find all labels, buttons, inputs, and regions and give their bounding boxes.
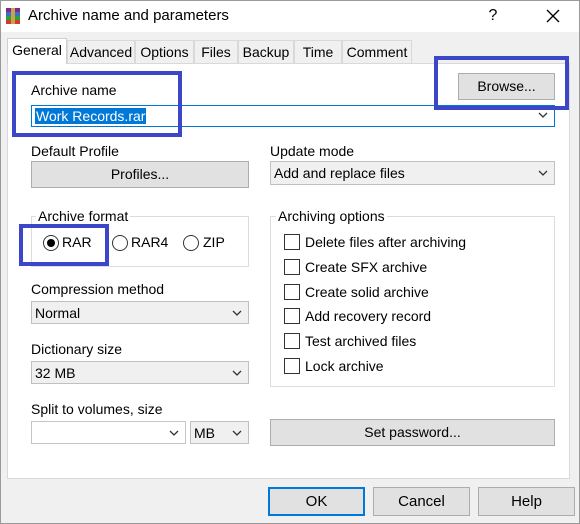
archive-name-label: Archive name [31,82,117,98]
compression-method-select[interactable]: Normal [31,301,249,324]
compression-method-label: Compression method [31,281,165,297]
chevron-down-icon [232,310,242,316]
update-mode-label: Update mode [270,143,355,159]
create-sfx-checkbox[interactable] [284,259,300,275]
tab-advanced[interactable]: Advanced [67,40,135,63]
zip-radio[interactable] [183,235,199,251]
dictionary-size-select[interactable]: 32 MB [31,361,249,384]
delete-files-checkbox[interactable] [284,234,300,250]
create-solid-label: Create solid archive [305,284,429,300]
tab-files[interactable]: Files [194,40,238,63]
cancel-button[interactable]: Cancel [373,487,470,516]
chevron-down-icon [232,430,242,436]
winrar-icon [6,8,20,24]
chevron-down-icon [232,370,242,376]
archive-format-label: Archive format [36,208,131,224]
update-mode-value: Add and replace files [274,165,405,181]
dictionary-size-value: 32 MB [35,365,76,381]
create-solid-checkbox[interactable] [284,284,300,300]
help-title-button[interactable]: ? [481,5,505,27]
chevron-down-icon [538,170,548,176]
rar-label: RAR [62,234,92,250]
title-bar: Archive name and parameters ? [1,1,579,32]
rar4-label: RAR4 [131,234,169,250]
recovery-record-label: Add recovery record [305,308,432,324]
chevron-down-icon[interactable] [536,108,550,122]
lock-archive-label: Lock archive [305,358,384,374]
chevron-down-icon[interactable] [167,426,181,440]
tab-comment[interactable]: Comment [342,40,412,63]
browse-button[interactable]: Browse... [458,73,555,100]
archive-name-input[interactable]: Work Records.rar [31,105,555,127]
rar4-radio[interactable] [112,235,128,251]
lock-archive-checkbox[interactable] [284,358,300,374]
test-files-label: Test archived files [305,333,417,349]
compression-method-value: Normal [35,305,81,321]
recovery-record-checkbox[interactable] [284,308,300,324]
tab-time[interactable]: Time [294,40,342,63]
rar-radio[interactable] [43,235,59,251]
default-profile-label: Default Profile [31,143,119,159]
create-sfx-label: Create SFX archive [305,259,428,275]
archiving-options-label: Archiving options [276,208,387,224]
zip-label: ZIP [203,234,225,250]
window-title: Archive name and parameters [28,7,229,24]
tab-backup[interactable]: Backup [238,40,294,63]
archive-name-value: Work Records.rar [35,108,147,124]
test-files-checkbox[interactable] [284,333,300,349]
update-mode-select[interactable]: Add and replace files [270,161,555,185]
delete-files-label: Delete files after archiving [305,234,467,250]
archive-dialog: Archive name and parameters ? General Ad… [0,0,580,524]
split-volumes-label: Split to volumes, size [31,401,163,417]
dictionary-size-label: Dictionary size [31,341,123,357]
close-icon[interactable] [539,3,567,29]
help-button[interactable]: Help [478,487,575,516]
tab-general[interactable]: General [7,38,67,64]
profiles-button[interactable]: Profiles... [31,161,249,188]
set-password-button[interactable]: Set password... [270,419,555,446]
ok-button[interactable]: OK [268,487,365,516]
volume-unit-value: MB [194,425,215,441]
tab-options[interactable]: Options [135,40,194,63]
split-volumes-input[interactable] [31,421,186,444]
volume-unit-select[interactable]: MB [190,421,249,444]
